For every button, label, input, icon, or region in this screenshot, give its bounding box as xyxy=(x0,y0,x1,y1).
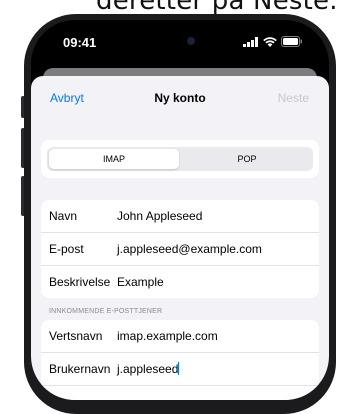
segment-pop[interactable]: POP xyxy=(181,147,313,171)
phone-screen: 09:41 Avbryt Ny konto Neste IMAP POP Nav… xyxy=(31,20,329,400)
username-label: Brukernavn xyxy=(49,362,111,376)
username-row[interactable]: Brukernavn j.appleseed xyxy=(41,353,319,386)
description-field[interactable]: Example xyxy=(117,275,164,289)
hostname-row[interactable]: Vertsnavn imap.example.com xyxy=(41,320,319,353)
hostname-field[interactable]: imap.example.com xyxy=(117,329,218,343)
segment-imap[interactable]: IMAP xyxy=(49,149,179,169)
camera-icon xyxy=(187,37,195,45)
name-field[interactable]: John Appleseed xyxy=(117,209,202,223)
username-field[interactable]: j.appleseed xyxy=(117,362,180,376)
account-info-group: Navn John Appleseed E-post j.appleseed@e… xyxy=(41,200,319,298)
description-row[interactable]: Beskrivelse Example xyxy=(41,266,319,298)
status-bar: 09:41 xyxy=(31,20,329,62)
description-label: Beskrivelse xyxy=(49,275,111,289)
wifi-icon xyxy=(263,37,277,47)
text-cursor xyxy=(178,362,180,375)
protocol-card: IMAP POP xyxy=(41,140,319,178)
new-account-sheet: Avbryt Ny konto Neste IMAP POP Navn John… xyxy=(31,76,329,400)
name-label: Navn xyxy=(49,209,78,223)
next-button[interactable]: Neste xyxy=(278,91,309,105)
dynamic-island xyxy=(133,28,229,54)
username-value: j.appleseed xyxy=(117,362,179,376)
protocol-segmented-control: IMAP POP xyxy=(47,147,313,171)
email-row[interactable]: E-post j.appleseed@example.com xyxy=(41,233,319,266)
email-field[interactable]: j.appleseed@example.com xyxy=(117,242,262,256)
battery-icon xyxy=(281,36,302,47)
cellular-signal-icon xyxy=(243,37,258,47)
blank-row xyxy=(41,386,319,400)
incoming-server-group: Vertsnavn imap.example.com Brukernavn j.… xyxy=(41,320,319,400)
status-time: 09:41 xyxy=(63,35,97,50)
nav-bar: Avbryt Ny konto Neste xyxy=(31,76,329,120)
hostname-label: Vertsnavn xyxy=(49,329,103,343)
email-label: E-post xyxy=(49,242,84,256)
incoming-server-header: INNKOMMENDE E-POSTTJENER xyxy=(49,308,163,315)
name-row[interactable]: Navn John Appleseed xyxy=(41,200,319,233)
